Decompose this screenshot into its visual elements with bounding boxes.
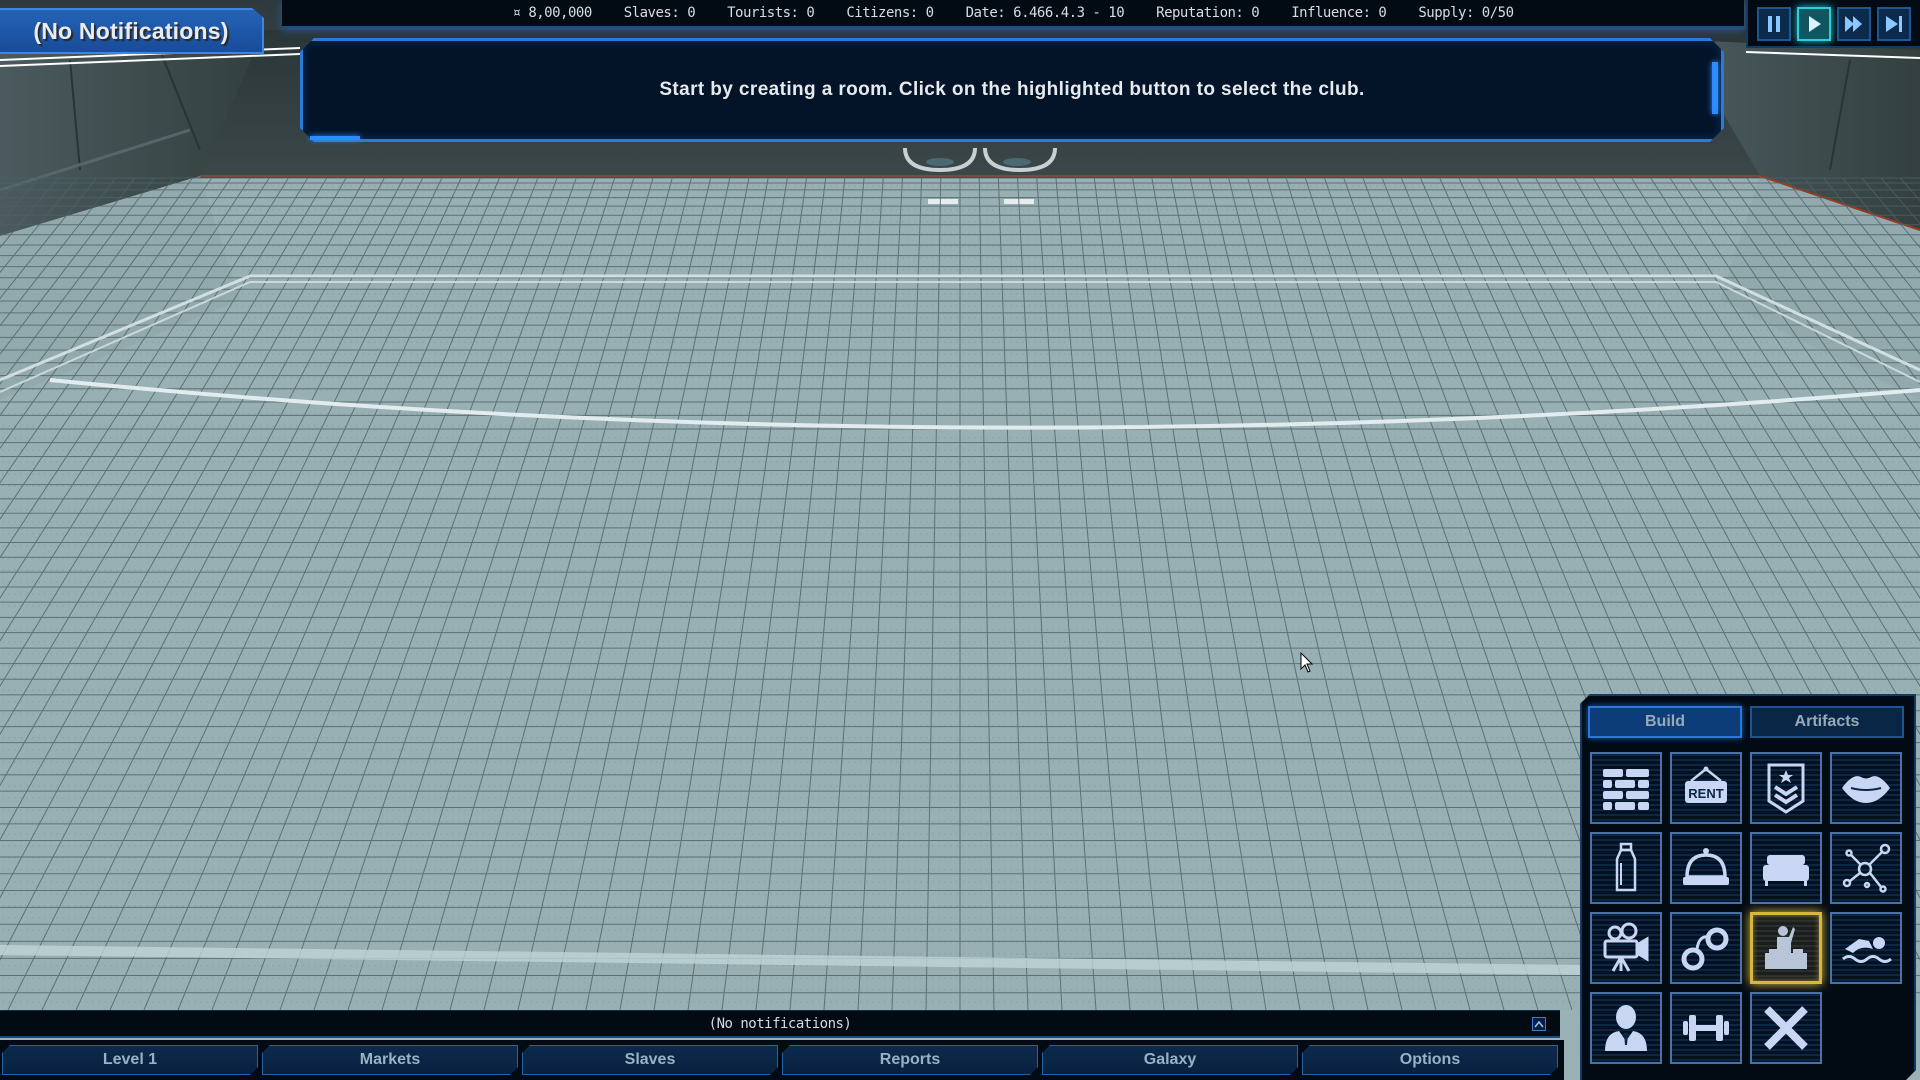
dj-club-icon xyxy=(1759,921,1813,975)
build-brothel-button[interactable] xyxy=(1830,752,1902,824)
build-office-button[interactable] xyxy=(1590,992,1662,1064)
fast-forward-icon xyxy=(1845,16,1862,32)
play-button[interactable] xyxy=(1797,7,1831,41)
pause-icon xyxy=(1768,16,1780,32)
build-rent-button[interactable]: RENT xyxy=(1670,752,1742,824)
dumbbell-icon xyxy=(1679,1001,1733,1055)
nav-label: Options xyxy=(1399,1051,1461,1068)
money-stat: ¤ 8,00,000 xyxy=(512,5,592,21)
pause-button[interactable] xyxy=(1757,7,1791,41)
skip-forward-button[interactable] xyxy=(1877,7,1911,41)
nav-level-1[interactable]: Level 1 xyxy=(2,1045,258,1075)
movie-camera-icon xyxy=(1599,921,1653,975)
tab-label: Artifacts xyxy=(1794,713,1860,730)
influence-stat: Influence: 0 xyxy=(1291,5,1387,21)
nav-label: Slaves xyxy=(624,1051,676,1068)
mouse-cursor-icon xyxy=(1300,652,1314,673)
slaves-stat: Slaves: 0 xyxy=(623,5,696,21)
nav-label: Level 1 xyxy=(102,1051,158,1068)
rent-sign-icon: RENT xyxy=(1679,761,1733,815)
businessman-icon xyxy=(1599,1001,1653,1055)
tab-label: Build xyxy=(1645,713,1685,730)
build-club-button[interactable] xyxy=(1750,912,1822,984)
handcuffs-icon xyxy=(1679,921,1733,975)
tutorial-message: Start by creating a room. Click on the h… xyxy=(659,79,1365,100)
nav-label: Galaxy xyxy=(1143,1051,1197,1068)
skip-forward-icon xyxy=(1886,16,1902,32)
build-security-button[interactable] xyxy=(1750,752,1822,824)
build-pool-button[interactable] xyxy=(1830,912,1902,984)
molecule-icon xyxy=(1839,841,1893,895)
notifications-tab-label: (No Notifications) xyxy=(33,17,229,44)
milk-bottle-icon xyxy=(1599,841,1653,895)
bottom-navigation: Level 1 Markets Slaves Reports Galaxy Op… xyxy=(0,1040,1564,1080)
nav-options[interactable]: Options xyxy=(1302,1045,1558,1075)
build-corridor-button[interactable] xyxy=(1590,752,1662,824)
status-bar: ¤ 8,00,000 Slaves: 0 Tourists: 0 Citizen… xyxy=(282,0,1744,28)
fast-forward-button[interactable] xyxy=(1837,7,1871,41)
rank-badge-icon xyxy=(1759,761,1813,815)
build-gym-button[interactable] xyxy=(1670,992,1742,1064)
speed-controls xyxy=(1746,0,1920,48)
close-x-icon xyxy=(1759,1001,1813,1055)
build-grid: RENT xyxy=(1590,752,1902,1064)
svg-text:RENT: RENT xyxy=(1688,786,1723,801)
brick-wall-icon xyxy=(1599,761,1653,815)
citizens-stat: Citizens: 0 xyxy=(846,5,934,21)
bed-icon xyxy=(1759,841,1813,895)
swimmer-icon xyxy=(1839,921,1893,975)
build-bedroom-button[interactable] xyxy=(1750,832,1822,904)
build-lab-button[interactable] xyxy=(1830,832,1902,904)
notification-log-text: (No notifications) xyxy=(708,1015,852,1032)
service-bell-icon xyxy=(1679,841,1733,895)
date-stat: Date: 6.466.4.3 - 10 xyxy=(965,5,1125,21)
chevron-up-icon xyxy=(1534,1020,1544,1028)
nav-slaves[interactable]: Slaves xyxy=(522,1045,778,1075)
tutorial-message-box: Start by creating a room. Click on the h… xyxy=(300,38,1724,142)
notification-log: (No notifications) xyxy=(0,1010,1560,1038)
play-icon xyxy=(1809,16,1821,32)
build-dungeon-button[interactable] xyxy=(1670,912,1742,984)
tutorial-box-accent xyxy=(310,136,360,140)
build-milking-button[interactable] xyxy=(1590,832,1662,904)
tab-artifacts[interactable]: Artifacts xyxy=(1750,706,1904,738)
build-panel: Build Artifacts RENT xyxy=(1580,694,1916,1080)
build-reception-button[interactable] xyxy=(1670,832,1742,904)
expand-notifications-button[interactable] xyxy=(1532,1017,1546,1031)
lips-icon xyxy=(1839,761,1893,815)
nav-label: Reports xyxy=(879,1051,941,1068)
nav-markets[interactable]: Markets xyxy=(262,1045,518,1075)
nav-galaxy[interactable]: Galaxy xyxy=(1042,1045,1298,1075)
supply-stat: Supply: 0/50 xyxy=(1418,5,1514,21)
nav-label: Markets xyxy=(359,1051,421,1068)
notifications-tab[interactable]: (No Notifications) xyxy=(0,8,264,54)
tourists-stat: Tourists: 0 xyxy=(727,5,815,21)
reputation-stat: Reputation: 0 xyxy=(1156,5,1260,21)
tab-build[interactable]: Build xyxy=(1588,706,1742,738)
demolish-button[interactable] xyxy=(1750,992,1822,1064)
tutorial-box-accent xyxy=(1712,62,1718,114)
nav-reports[interactable]: Reports xyxy=(782,1045,1038,1075)
build-studio-button[interactable] xyxy=(1590,912,1662,984)
